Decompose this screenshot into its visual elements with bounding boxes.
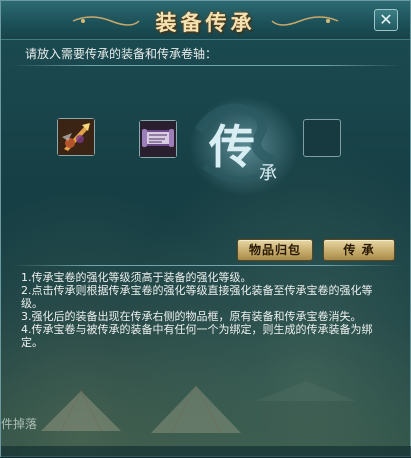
dragon-brush-icon: 传 承 — [189, 96, 299, 196]
scroll-icon — [140, 121, 176, 157]
emblem-main-char: 传 — [208, 120, 255, 174]
background-caption: 件掉落 — [1, 417, 38, 431]
scroll-slot[interactable] — [139, 120, 177, 158]
rule-item-3: 3.强化后的装备出现在传承右侧的物品框，原有装备和传承宝卷消失。 — [21, 310, 362, 323]
rules-list: 1.传承宝卷的强化等级须高于装备的强化等级。 2.点击传承则根据传承宝卷的强化等… — [21, 271, 391, 349]
return-to-bag-button[interactable]: 物品归包 — [237, 239, 313, 261]
rule-item-1: 1.传承宝卷的强化等级须高于装备的强化等级。 — [21, 271, 252, 284]
close-icon: ✕ — [379, 10, 393, 29]
rule-item-4: 4.传承宝卷与被传承的装备中有任何一个为绑定，则生成的传承装备为绑定。 — [21, 323, 373, 349]
emblem-sub-char: 承 — [259, 163, 277, 184]
dialog-title: 装备传承 — [155, 10, 256, 35]
divider-top — [11, 65, 400, 66]
title-bar[interactable]: 装备传承 ✕ — [1, 1, 410, 40]
weapon-icon — [58, 119, 94, 155]
divider-bottom — [11, 265, 400, 266]
equipment-slot[interactable] — [57, 118, 95, 156]
title-ornament-right — [271, 16, 339, 26]
close-button[interactable]: ✕ — [374, 9, 398, 31]
instruction-text: 请放入需要传承的装备和传承卷轴： — [25, 47, 218, 61]
inheritance-emblem: 传 承 — [189, 91, 309, 201]
background-scene — [1, 381, 411, 458]
result-slot[interactable] — [303, 119, 341, 157]
equipment-inheritance-dialog: 装备传承 ✕ 请放入需要传承的装备和传承卷轴： 传 承 物品归包 传 承 1.传… — [0, 0, 411, 458]
inherit-button[interactable]: 传 承 — [323, 239, 395, 261]
rule-item-2: 2.点击传承则根据传承宝卷的强化等级直接强化装备至传承宝卷的强化等级。 — [21, 284, 373, 310]
